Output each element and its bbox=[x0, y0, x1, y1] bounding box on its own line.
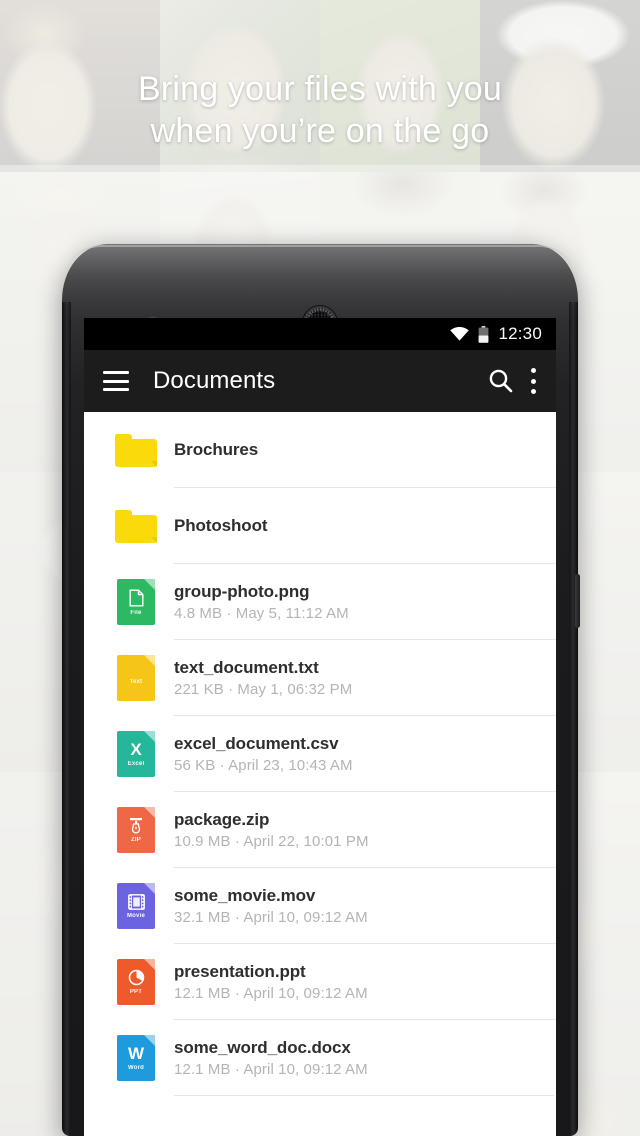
hamburger-menu-icon[interactable] bbox=[103, 371, 129, 391]
file-ppt-icon: PPT bbox=[117, 959, 155, 1005]
wifi-icon bbox=[450, 327, 470, 341]
item-name: presentation.ppt bbox=[174, 962, 306, 981]
phone-screen: 12:30 Documents Brochures Photoshoot Fil… bbox=[84, 318, 556, 1136]
list-item[interactable]: ZIP package.zip 10.9 MB · April 22, 10:0… bbox=[84, 792, 556, 868]
text-cell: Photoshoot bbox=[174, 488, 556, 564]
text-cell: some_movie.mov 32.1 MB · April 10, 09:12… bbox=[174, 886, 556, 926]
text-cell: Brochures bbox=[174, 412, 556, 488]
item-name: some_word_doc.docx bbox=[174, 1038, 351, 1057]
item-name: excel_document.csv bbox=[174, 734, 339, 753]
status-bar: 12:30 bbox=[84, 318, 556, 350]
list-item[interactable]: Text text_document.txt 221 KB · May 1, 0… bbox=[84, 640, 556, 716]
file-type-tag: File bbox=[130, 609, 142, 616]
text-cell: presentation.ppt 12.1 MB · April 10, 09:… bbox=[174, 962, 556, 1002]
file-type-tag: Word bbox=[127, 1065, 145, 1071]
item-meta: 4.8 MB · May 5, 11:12 AM bbox=[174, 605, 349, 622]
page-glyph bbox=[129, 589, 144, 607]
phone-mockup: 12:30 Documents Brochures Photoshoot Fil… bbox=[62, 244, 580, 1136]
icon-cell: ZIP bbox=[98, 807, 174, 853]
item-name: text_document.txt bbox=[174, 658, 319, 677]
marketing-headline: Bring your files with you when you’re on… bbox=[0, 68, 640, 152]
text-cell: some_word_doc.docx 12.1 MB · April 10, 0… bbox=[174, 1038, 556, 1078]
pie-chart-glyph bbox=[128, 969, 145, 986]
film-strip-glyph bbox=[127, 893, 145, 910]
list-item[interactable]: PPT presentation.ppt 12.1 MB · April 10,… bbox=[84, 944, 556, 1020]
icon-cell: X Excel bbox=[98, 731, 174, 777]
file-list: Brochures Photoshoot File group-photo.pn… bbox=[84, 412, 556, 1096]
excel-x-glyph: X bbox=[130, 740, 142, 759]
list-item[interactable]: Movie some_movie.mov 32.1 MB · April 10,… bbox=[84, 868, 556, 944]
list-item[interactable]: W Word some_word_doc.docx 12.1 MB · Apri… bbox=[84, 1020, 556, 1096]
file-type-tag: Movie bbox=[126, 912, 145, 919]
list-item[interactable]: Photoshoot bbox=[84, 488, 556, 564]
item-meta: 12.1 MB · April 10, 09:12 AM bbox=[174, 1061, 368, 1078]
icon-cell bbox=[98, 433, 174, 467]
page-title: Documents bbox=[153, 367, 276, 394]
item-name: package.zip bbox=[174, 810, 270, 829]
search-icon[interactable] bbox=[486, 366, 516, 396]
app-bar: Documents bbox=[84, 350, 556, 412]
folder-icon bbox=[115, 433, 157, 467]
file-txt-icon: Text bbox=[117, 655, 155, 701]
file-type-tag: Text bbox=[129, 679, 143, 685]
item-name: some_movie.mov bbox=[174, 886, 316, 905]
status-bar-clock: 12:30 bbox=[498, 324, 542, 343]
file-docx-icon: W Word bbox=[117, 1035, 155, 1081]
file-png-icon: File bbox=[117, 579, 155, 625]
power-button[interactable] bbox=[575, 574, 580, 628]
text-cell: group-photo.png 4.8 MB · May 5, 11:12 AM bbox=[174, 582, 556, 622]
item-meta: 10.9 MB · April 22, 10:01 PM bbox=[174, 833, 369, 850]
icon-cell: W Word bbox=[98, 1035, 174, 1081]
row-divider bbox=[174, 1095, 554, 1096]
item-meta: 32.1 MB · April 10, 09:12 AM bbox=[174, 909, 368, 926]
icon-cell: File bbox=[98, 579, 174, 625]
item-meta: 221 KB · May 1, 06:32 PM bbox=[174, 681, 353, 698]
item-meta: 56 KB · April 23, 10:43 AM bbox=[174, 757, 353, 774]
file-type-tag: Excel bbox=[127, 761, 145, 767]
file-type-tag: PPT bbox=[129, 989, 143, 995]
list-item[interactable]: X Excel excel_document.csv 56 KB · April… bbox=[84, 716, 556, 792]
icon-cell: Movie bbox=[98, 883, 174, 929]
icon-cell: Text bbox=[98, 655, 174, 701]
text-cell: text_document.txt 221 KB · May 1, 06:32 … bbox=[174, 658, 556, 698]
item-name: group-photo.png bbox=[174, 582, 310, 601]
file-zip-icon: ZIP bbox=[117, 807, 155, 853]
icon-cell: PPT bbox=[98, 959, 174, 1005]
battery-icon bbox=[478, 325, 489, 343]
text-cell: excel_document.csv 56 KB · April 23, 10:… bbox=[174, 734, 556, 774]
item-meta: 12.1 MB · April 10, 09:12 AM bbox=[174, 985, 368, 1002]
lines-glyph bbox=[127, 671, 145, 676]
headline-line-2: when you’re on the go bbox=[150, 112, 490, 150]
list-item[interactable]: Brochures bbox=[84, 412, 556, 488]
folder-icon bbox=[115, 509, 157, 543]
zipper-glyph bbox=[129, 817, 143, 834]
text-cell: package.zip 10.9 MB · April 22, 10:01 PM bbox=[174, 810, 556, 850]
item-name: Brochures bbox=[174, 440, 259, 459]
word-w-glyph: W bbox=[127, 1044, 145, 1063]
file-csv-icon: X Excel bbox=[117, 731, 155, 777]
list-item[interactable]: File group-photo.png 4.8 MB · May 5, 11:… bbox=[84, 564, 556, 640]
headline-line-1: Bring your files with you bbox=[137, 70, 503, 108]
item-name: Photoshoot bbox=[174, 516, 268, 535]
icon-cell bbox=[98, 509, 174, 543]
overflow-menu-icon[interactable] bbox=[530, 368, 536, 394]
file-type-tag: ZIP bbox=[131, 837, 141, 843]
file-mov-icon: Movie bbox=[117, 883, 155, 929]
